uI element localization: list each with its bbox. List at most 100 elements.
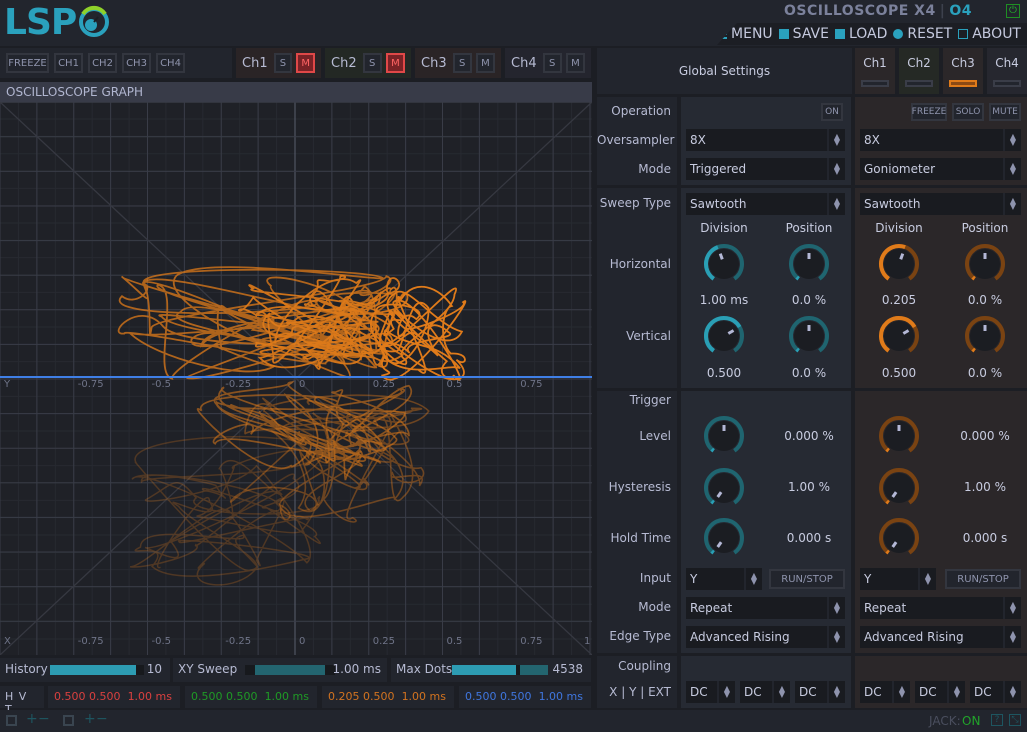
global-coupling-y-select[interactable]: DC ▲ ▼ — [740, 681, 790, 703]
channel-vertical-division-knob[interactable] — [877, 314, 921, 358]
global-input-select[interactable]: Y ▲ ▼ — [686, 568, 762, 590]
channel-vertical-division-value: 0.500 — [881, 366, 917, 380]
h-value: 0.500 — [191, 690, 223, 703]
about-icon — [958, 29, 969, 39]
help-icon[interactable]: ? — [991, 714, 1003, 726]
ch1-label: Ch1 — [242, 55, 268, 71]
on-label: ON — [825, 107, 839, 117]
channel-coupling-ext-select[interactable]: DC ▲ ▼ — [970, 681, 1021, 703]
load-button[interactable]: LOAD — [834, 26, 888, 42]
channel-trigger-level-knob[interactable] — [877, 414, 921, 458]
updown-icon: ▲ ▼ — [827, 158, 845, 180]
channel-runstop-button[interactable]: RUN/STOP — [945, 569, 1021, 589]
global-vertical-position-knob[interactable] — [787, 314, 831, 358]
global-vertical-division-knob[interactable] — [702, 314, 746, 358]
load-icon — [834, 29, 845, 39]
tab-indicator — [993, 80, 1021, 87]
channel-tab-3[interactable]: Ch3 — [943, 48, 983, 94]
ch2-solo-button[interactable]: S — [362, 53, 382, 73]
version-text: O4 — [949, 3, 972, 19]
global-coupling-ext-select[interactable]: DC ▲ ▼ — [795, 681, 845, 703]
channel-tab-1[interactable]: Ch1 — [855, 48, 895, 94]
xy-sweep-slider[interactable] — [245, 665, 335, 675]
global-horizontal-division-knob[interactable] — [702, 242, 746, 286]
global-coupling-x-select[interactable]: DC ▲ ▼ — [686, 681, 735, 703]
channel-input-select[interactable]: Y ▲ ▼ — [860, 568, 936, 590]
channel-tab-4[interactable]: Ch4 — [987, 48, 1027, 94]
channel-vertical-position-knob[interactable] — [963, 314, 1007, 358]
channel-mute-button[interactable]: MUTE — [989, 103, 1021, 121]
channel-solo-button[interactable]: SOLO — [952, 103, 984, 121]
ch4-solo-button[interactable]: S — [542, 53, 562, 73]
global-sweep-type-select[interactable]: Sawtooth ▲ ▼ — [686, 193, 845, 215]
channel-horizontal-division-knob[interactable] — [877, 242, 921, 286]
updown-icon: ▲ ▼ — [1003, 597, 1021, 619]
operation-on-button[interactable]: ON — [821, 103, 843, 121]
global-mode-select[interactable]: Triggered ▲ ▼ — [686, 158, 845, 180]
select-value: Advanced Rising — [690, 630, 790, 644]
channel-coupling-x-select[interactable]: DC ▲ ▼ — [860, 681, 910, 703]
channel-horizontal-position-knob[interactable] — [963, 242, 1007, 286]
updown-icon: ▲ ▼ — [827, 626, 845, 648]
menu-button[interactable]: MENU — [717, 26, 773, 42]
ch1-view-button[interactable]: CH1 — [54, 53, 83, 73]
channel-freeze-button[interactable]: FREEZE — [911, 103, 947, 121]
channel-oversampler-select[interactable]: 8X ▲ ▼ — [860, 129, 1021, 151]
about-button[interactable]: ABOUT — [958, 26, 1021, 42]
zoom-in-icon[interactable]: + — [26, 711, 38, 727]
freeze-all-button[interactable]: FREEZE — [6, 53, 49, 73]
reset-button[interactable]: RESET — [893, 26, 952, 42]
global-trigger-hysteresis-knob[interactable] — [702, 466, 746, 510]
ch4-view-button[interactable]: CH4 — [156, 53, 185, 73]
max-dots-slider[interactable] — [452, 665, 548, 675]
power-button[interactable]: ⏻ — [1006, 4, 1020, 18]
y-tick-label: -0.75 — [78, 379, 104, 390]
hold-time-label: Hold Time — [610, 531, 672, 545]
channel-tab-2[interactable]: Ch2 — [899, 48, 939, 94]
global-trigger-hold-time-knob[interactable] — [702, 516, 746, 560]
signal-trace — [129, 435, 323, 586]
ch4-mute-button[interactable]: M — [565, 53, 585, 73]
global-oversampler-select[interactable]: 8X ▲ ▼ — [686, 129, 845, 151]
ch2-view-button[interactable]: CH2 — [88, 53, 117, 73]
ch2-mute-button[interactable]: M — [385, 53, 405, 73]
channel-trigger-hold-time-knob[interactable] — [877, 516, 921, 560]
max-dots-control: Max Dots 4538 — [391, 658, 591, 682]
channel-coupling-y-select[interactable]: DC ▲ ▼ — [915, 681, 965, 703]
global-runstop-button[interactable]: RUN/STOP — [769, 569, 845, 589]
global-trigger-level-knob[interactable] — [702, 414, 746, 458]
oscilloscope-graph[interactable]: Y -0.75 -0.5 -0.25 0 0.25 0.5 0.75 X -0.75 -0.5 -0.… — [0, 101, 593, 656]
power-icon: ⏻ — [1009, 5, 1017, 16]
channel-trigger-hysteresis-knob[interactable] — [877, 466, 921, 510]
runstop-label: RUN/STOP — [957, 573, 1009, 585]
ch1-solo-button[interactable]: S — [273, 53, 293, 73]
mute-label: M — [481, 57, 490, 69]
font-up-icon[interactable]: + — [84, 711, 96, 727]
save-button[interactable]: SAVE — [778, 26, 829, 42]
logo-text: LSP — [4, 1, 77, 43]
font-down-icon[interactable]: − — [96, 711, 108, 727]
load-label: LOAD — [848, 26, 888, 42]
ch3-solo-button[interactable]: S — [452, 53, 472, 73]
channel-sweep-type-select[interactable]: Sawtooth ▲ ▼ — [860, 193, 1021, 215]
global-horizontal-position-knob[interactable] — [787, 242, 831, 286]
global-trigger-mode-select[interactable]: Repeat ▲ ▼ — [686, 597, 845, 619]
channel-mode-select[interactable]: Goniometer ▲ ▼ — [860, 158, 1021, 180]
font-size-icon[interactable] — [63, 715, 74, 726]
ch-label: CH2 — [92, 57, 113, 69]
channel-trigger-hysteresis-value: 1.00 % — [964, 480, 1006, 494]
channel-trigger-mode-select[interactable]: Repeat ▲ ▼ — [860, 597, 1021, 619]
freeze-label: FREEZE — [8, 57, 47, 69]
ch3-mute-button[interactable]: M — [475, 53, 495, 73]
global-edge-type-select[interactable]: Advanced Rising ▲ ▼ — [686, 626, 845, 648]
global-horizontal-position-value: 0.0 % — [791, 293, 827, 307]
ch1-mute-button[interactable]: M — [296, 53, 315, 73]
resize-icon[interactable]: ⤡ — [1009, 714, 1021, 726]
history-slider[interactable] — [50, 665, 144, 675]
window-size-icon[interactable] — [6, 715, 17, 726]
zoom-out-icon[interactable]: − — [38, 711, 50, 727]
ch3-group: Ch3 S M — [415, 48, 501, 78]
ch3-view-button[interactable]: CH3 — [122, 53, 151, 73]
channel-edge-type-select[interactable]: Advanced Rising ▲ ▼ — [860, 626, 1021, 648]
updown-icon: ▲ ▼ — [1003, 129, 1021, 151]
